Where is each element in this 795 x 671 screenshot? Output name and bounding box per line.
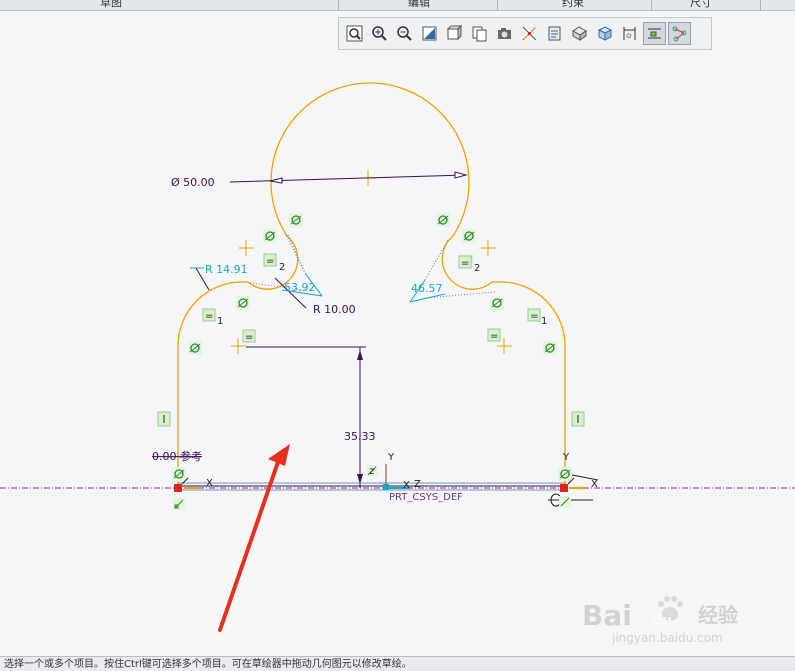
divider xyxy=(651,0,652,10)
angle-left-dimension[interactable]: 53.92 xyxy=(281,232,324,297)
radius-left-value[interactable]: R 14.91 xyxy=(205,263,248,276)
base-line xyxy=(178,482,566,491)
tab-constrain[interactable]: 约束 xyxy=(562,0,584,10)
sketch-canvas[interactable]: Ø 50.00 R 14.91 R 10.00 53.92 46.57 35.3… xyxy=(0,11,795,656)
svg-text:=: = xyxy=(461,258,469,269)
svg-text:z: z xyxy=(369,466,374,477)
csys-name: PRT_CSYS_DEF xyxy=(389,492,463,503)
tab-dimension[interactable]: 尺寸 xyxy=(690,0,712,10)
reference-dimension[interactable]: 0.00 参考 xyxy=(152,449,202,463)
constraint-index: 1 xyxy=(541,316,547,327)
sketch-profile[interactable] xyxy=(177,82,566,488)
watermark: Bai du 经验 jingyan.baidu.com xyxy=(582,596,738,645)
height-dimension[interactable]: 35.33 xyxy=(246,346,376,488)
right-csys: X Y xyxy=(548,452,599,508)
svg-text:X: X xyxy=(591,479,598,490)
svg-text:X: X xyxy=(403,480,410,491)
tab-edit[interactable]: 编辑 xyxy=(408,0,430,10)
divider xyxy=(497,0,498,10)
angle-right-dimension[interactable]: 46.57 xyxy=(409,239,496,303)
status-bar: 选择一个或多个项目。按住Ctrl键可选择多个项目。可在草绘器中拖动几何图元以修改… xyxy=(0,656,795,671)
red-arrow-annotation xyxy=(218,444,290,632)
angle-left-value[interactable]: 53.92 xyxy=(284,281,316,294)
svg-text:=: = xyxy=(530,311,538,322)
angle-right-value[interactable]: 46.57 xyxy=(411,282,443,295)
default-csys[interactable]: Y Z X z PRT_CSYS_DEF xyxy=(366,452,463,503)
tab-sketch[interactable]: 草图 xyxy=(100,0,122,10)
divider xyxy=(760,0,761,10)
svg-text:Z: Z xyxy=(414,479,421,490)
constraint-index: 2 xyxy=(474,263,480,274)
vertical-constraints[interactable] xyxy=(157,411,585,427)
svg-text:=: = xyxy=(205,311,213,322)
diameter-value[interactable]: Ø 50.00 xyxy=(171,176,215,189)
constraint-index: 1 xyxy=(217,316,223,327)
svg-text:=: = xyxy=(266,256,274,267)
svg-text:=: = xyxy=(490,331,498,342)
svg-text:经验: 经验 xyxy=(698,603,738,627)
svg-text:du: du xyxy=(652,613,672,629)
reference-value[interactable]: 0.00 参考 xyxy=(152,449,202,463)
svg-text:jingyan.baidu.com: jingyan.baidu.com xyxy=(611,631,723,645)
svg-text:Bai: Bai xyxy=(582,599,632,632)
ribbon-tab-bar: 草图 编辑 约束 尺寸 xyxy=(0,0,795,11)
height-value[interactable]: 35.33 xyxy=(344,430,376,443)
diameter-dimension[interactable]: Ø 50.00 xyxy=(171,171,468,189)
divider xyxy=(338,0,339,10)
radius-inner-value[interactable]: R 10.00 xyxy=(313,303,356,316)
svg-text:=: = xyxy=(245,332,253,343)
svg-text:X: X xyxy=(206,478,213,489)
constraint-index: 2 xyxy=(279,262,285,273)
svg-text:Y: Y xyxy=(562,452,570,463)
svg-text:Y: Y xyxy=(387,452,395,463)
